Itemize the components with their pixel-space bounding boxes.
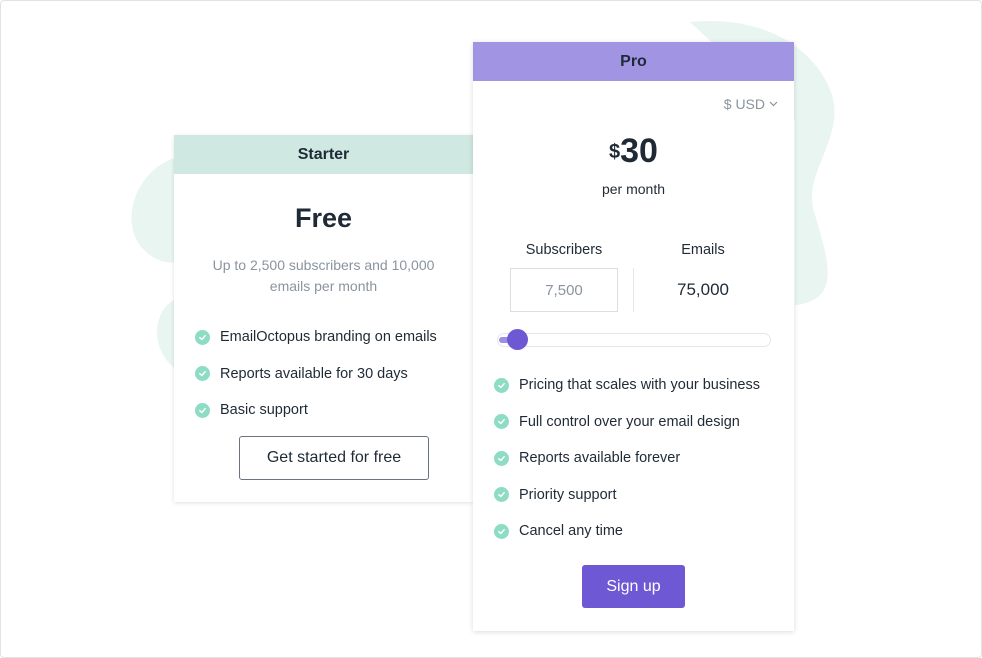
feature-item: Basic support xyxy=(195,392,473,429)
get-started-button[interactable]: Get started for free xyxy=(239,436,429,480)
check-icon xyxy=(494,487,509,503)
emails-value: 75,000 xyxy=(677,280,729,299)
feature-label: Reports available forever xyxy=(519,450,681,467)
starter-feature-list: EmailOctopus branding on emails Reports … xyxy=(174,319,473,429)
check-icon xyxy=(494,523,509,539)
check-icon xyxy=(494,450,509,466)
column-divider xyxy=(633,268,634,312)
check-icon xyxy=(195,366,210,382)
feature-label: Full control over your email design xyxy=(519,413,740,430)
check-icon xyxy=(195,402,210,418)
subscriber-slider-handle[interactable] xyxy=(506,329,528,350)
feature-item: Reports available for 30 days xyxy=(195,356,473,393)
feature-label: Basic support xyxy=(220,402,308,419)
feature-item: Priority support xyxy=(494,477,760,514)
pro-plan-header: Pro xyxy=(473,42,794,81)
check-icon xyxy=(494,377,509,393)
currency-select[interactable]: $ USD xyxy=(724,96,778,112)
feature-item: Cancel any time xyxy=(494,513,760,550)
check-icon xyxy=(494,414,509,430)
subscribers-label: Subscribers xyxy=(525,242,603,258)
feature-item: Reports available forever xyxy=(494,440,760,477)
sign-up-button[interactable]: Sign up xyxy=(582,565,685,608)
feature-item: Full control over your email design xyxy=(494,404,760,441)
starter-plan-card: Starter Free Up to 2,500 subscribers and… xyxy=(174,135,473,502)
feature-label: Reports available for 30 days xyxy=(220,365,408,382)
pro-plan-card: Pro $ USD $30 per month Subscribers Emai… xyxy=(473,42,794,631)
price-amount: 30 xyxy=(620,132,658,170)
feature-label: Cancel any time xyxy=(519,523,623,540)
starter-plan-price: Free xyxy=(294,203,353,233)
emails-label: Emails xyxy=(681,242,725,258)
feature-label: EmailOctopus branding on emails xyxy=(220,329,437,346)
starter-plan-description: Up to 2,500 subscribers and 10,000 email… xyxy=(212,257,435,294)
subscriber-slider-track[interactable] xyxy=(497,333,771,347)
feature-label: Priority support xyxy=(519,486,617,503)
check-icon xyxy=(195,329,210,345)
pro-plan-price: $30 xyxy=(473,132,794,171)
feature-label: Pricing that scales with your business xyxy=(519,377,760,394)
price-period: per month xyxy=(601,181,666,197)
chevron-down-icon xyxy=(769,101,778,107)
price-symbol: $ xyxy=(609,141,621,163)
subscribers-input[interactable] xyxy=(510,268,618,312)
pro-feature-list: Pricing that scales with your business F… xyxy=(494,367,760,550)
feature-item: EmailOctopus branding on emails xyxy=(195,319,473,356)
starter-plan-header: Starter xyxy=(174,135,473,174)
currency-label: $ USD xyxy=(723,96,765,112)
feature-item: Pricing that scales with your business xyxy=(494,367,760,404)
